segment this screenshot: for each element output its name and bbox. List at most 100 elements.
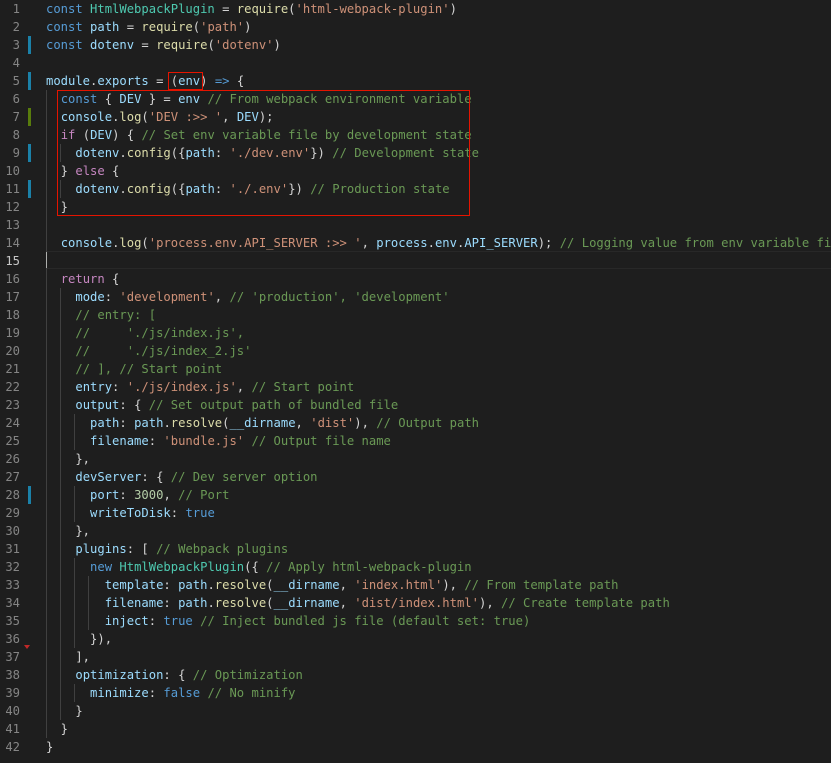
code-token: { [229, 74, 245, 88]
code-line[interactable]: 33 template: path.resolve(__dirname, 'in… [0, 576, 831, 594]
code-text: // './js/index_2.js' [46, 342, 251, 360]
code-text: }), [46, 630, 112, 648]
code-token: }, [46, 452, 91, 466]
code-line[interactable]: 3 const dotenv = require('dotenv') [0, 36, 831, 54]
code-line[interactable]: 8 if (DEV) { // Set env variable file by… [0, 126, 831, 144]
code-line[interactable]: 9 dotenv.config({path: './dev.env'}) // … [0, 144, 831, 162]
code-text: entry: './js/index.js', // Start point [46, 378, 354, 396]
code-line[interactable]: 14 console. log('process.env.API_SERVER :… [0, 234, 831, 252]
code-token: exports [97, 74, 149, 88]
code-line[interactable]: 26 }, [0, 450, 831, 468]
code-token: // Set output path of bundled file [148, 398, 399, 412]
code-token: writeToDisk [90, 506, 171, 520]
code-text: optimization: { // Optimization [46, 666, 302, 684]
code-line[interactable]: 6 const { DEV } = env // From webpack en… [0, 90, 831, 108]
code-line[interactable]: 18 // entry: [ [0, 306, 831, 324]
code-line[interactable]: 29 writeToDisk: true [0, 504, 831, 522]
code-line[interactable]: 17 mode: 'development', // 'production',… [0, 288, 831, 306]
code-token: // Production state [310, 182, 450, 196]
code-token: API_SERVER [464, 236, 538, 250]
code-line[interactable]: 32 new HtmlWebpackPlugin({ // Apply html… [0, 558, 831, 576]
code-line[interactable]: 36 }), [0, 630, 831, 648]
code-line[interactable]: 19 // './js/index.js', [0, 324, 831, 342]
code-line[interactable]: 15 [0, 252, 831, 270]
code-text: dotenv.config({path: './dev.env'}) // De… [46, 144, 479, 162]
line-number: 25 [5, 434, 20, 448]
fold-arrow-icon[interactable] [24, 645, 30, 649]
code-line[interactable]: 5 module.exports = (env) => { [0, 72, 831, 90]
code-line[interactable]: 30 }, [0, 522, 831, 540]
code-token: HtmlWebpackPlugin [119, 560, 245, 574]
code-token: , [222, 110, 237, 124]
code-line[interactable]: 10 } else { [0, 162, 831, 180]
code-line[interactable]: 35 inject: true // Inject bundled js fil… [0, 612, 831, 630]
code-line[interactable]: 27 devServer: { // Dev server option [0, 468, 831, 486]
code-line[interactable]: 13 [0, 216, 831, 234]
code-token: DEV [119, 92, 142, 106]
code-token: , [339, 578, 355, 592]
gutter-modified-indicator[interactable] [28, 72, 31, 90]
code-text: writeToDisk: true [46, 504, 215, 522]
code-token: 'index.html' [354, 578, 443, 592]
gutter-added-indicator[interactable] [28, 108, 31, 126]
code-line[interactable]: 40 } [0, 702, 831, 720]
code-token: : [104, 290, 120, 304]
code-text: // './js/index.js', [46, 324, 244, 342]
code-line[interactable]: 4 [0, 54, 831, 72]
line-number: 20 [5, 344, 20, 358]
code-token: } [46, 704, 83, 718]
code-line[interactable]: 42} [0, 738, 831, 756]
code-token: : [148, 686, 164, 700]
code-token: // Port [178, 488, 230, 502]
code-line[interactable]: 39 minimize: false // No minify [0, 684, 831, 702]
code-line[interactable]: 31 plugins: [ // Webpack plugins [0, 540, 831, 558]
code-token: ( [266, 578, 274, 592]
code-line[interactable]: 37 ], [0, 648, 831, 666]
gutter-modified-indicator[interactable] [28, 180, 31, 198]
code-token: true [185, 506, 215, 520]
code-line[interactable]: 11 dotenv.config({path: './.env'}) // Pr… [0, 180, 831, 198]
code-text: devServer: { // Dev server option [46, 468, 317, 486]
code-text: filename: path.resolve(__dirname, 'dist/… [46, 594, 670, 612]
code-line[interactable]: 28 port: 3000, // Port [0, 486, 831, 504]
code-line[interactable]: 20 // './js/index_2.js' [0, 342, 831, 360]
code-token: dotenv [75, 182, 120, 196]
line-number: 6 [12, 92, 20, 106]
code-line[interactable]: 24 path: path.resolve(__dirname, 'dist')… [0, 414, 831, 432]
code-line[interactable]: 25 filename: 'bundle.js' // Output file … [0, 432, 831, 450]
gutter-modified-indicator[interactable] [28, 144, 31, 162]
line-number: 40 [5, 704, 20, 718]
code-text: new HtmlWebpackPlugin({ // Apply html-we… [46, 558, 472, 576]
code-token: ( [170, 74, 179, 88]
code-token: 'development' [119, 290, 215, 304]
line-number: 38 [5, 668, 20, 682]
code-line[interactable]: 41 } [0, 720, 831, 738]
code-token: path [178, 596, 208, 610]
line-number: 35 [5, 614, 20, 628]
code-line[interactable]: 22 entry: './js/index.js', // Start poin… [0, 378, 831, 396]
code-editor[interactable]: 1 const HtmlWebpackPlugin = require('html… [0, 0, 831, 763]
code-line[interactable]: 2 const path = require('path') [0, 18, 831, 36]
code-line[interactable]: 34 filename: path.resolve(__dirname, 'di… [0, 594, 831, 612]
gutter-modified-indicator[interactable] [28, 36, 31, 54]
code-line[interactable]: 12 } [0, 198, 831, 216]
code-line[interactable]: 16 return { [0, 270, 831, 288]
code-token: } [46, 164, 76, 178]
line-number: 26 [5, 452, 20, 466]
code-line[interactable]: 21 // ], // Start point [0, 360, 831, 378]
code-token: // No minify [207, 686, 296, 700]
line-number: 29 [5, 506, 20, 520]
code-token: env [434, 236, 457, 250]
code-token: ) [273, 38, 281, 52]
code-line[interactable]: 23 output: { // Set output path of bundl… [0, 396, 831, 414]
code-line[interactable]: 1 const HtmlWebpackPlugin = require('html… [0, 0, 831, 18]
code-token: : [170, 506, 186, 520]
code-line[interactable]: 38 optimization: { // Optimization [0, 666, 831, 684]
code-text: port: 3000, // Port [46, 486, 230, 504]
gutter-modified-indicator[interactable] [28, 486, 31, 504]
code-line[interactable]: 7 console.log('DEV :>> ', DEV); [0, 108, 831, 126]
